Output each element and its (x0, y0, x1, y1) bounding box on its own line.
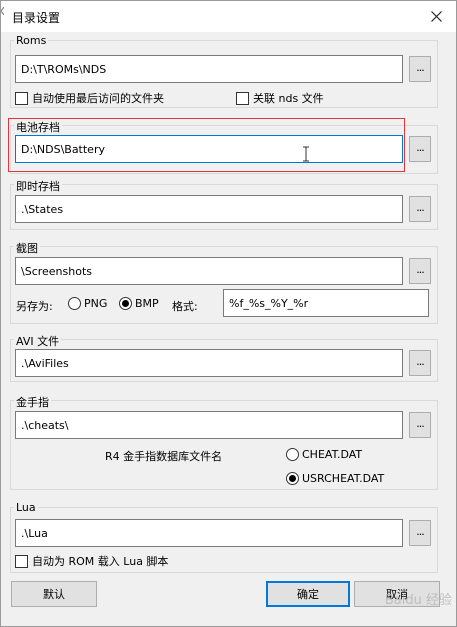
ok-button[interactable]: 确定 (266, 581, 350, 607)
states-group-label: 即时存档 (14, 178, 62, 194)
save-as-label: 另存为: (16, 300, 53, 313)
cheat-db-label: R4 金手指数据库文件名 (105, 450, 223, 463)
cheats-path-input[interactable]: .\cheats\ (15, 411, 403, 439)
cheat-dat-label: CHEAT.DAT (302, 448, 363, 461)
roms-path-input[interactable]: D:\T\ROMs\NDS (15, 55, 403, 83)
bmp-radio[interactable]: BMP (119, 297, 159, 310)
window-title: 目录设置 (12, 11, 61, 25)
png-label: PNG (84, 297, 108, 310)
png-radio[interactable]: PNG (68, 297, 107, 310)
roms-browse-button[interactable]: ... (409, 56, 431, 82)
avi-browse-button[interactable]: ... (409, 350, 431, 376)
checkbox-box (236, 91, 249, 105)
lua-browse-button[interactable]: ... (409, 520, 431, 546)
lua-group-label: Lua (14, 501, 38, 514)
usrcheat-dat-label: USRCHEAT.DAT (302, 472, 385, 485)
cheats-browse-button[interactable]: ... (409, 412, 431, 438)
format-input[interactable]: %f_%s_%Y_%r (223, 289, 429, 317)
screenshots-group-label: 截图 (14, 240, 40, 256)
associate-nds-label: 关联 nds 文件 (253, 92, 324, 105)
usrcheat-dat-radio[interactable]: USRCHEAT.DAT (286, 472, 384, 485)
avi-group-label: AVI 文件 (14, 333, 62, 349)
close-button[interactable] (416, 1, 456, 32)
close-icon (430, 11, 442, 22)
default-button[interactable]: 默认 (11, 581, 97, 607)
checkbox-box (15, 91, 28, 105)
states-browse-button[interactable]: ... (409, 196, 431, 222)
auto-last-folder-checkbox[interactable]: 自动使用最后访问的文件夹 (15, 90, 164, 106)
text-cursor-icon (303, 146, 309, 162)
states-path-input[interactable]: .\States (15, 195, 403, 223)
lua-path-input[interactable]: .\Lua (15, 519, 403, 547)
radio-circle (286, 448, 299, 461)
battery-browse-button[interactable]: ... (409, 136, 431, 162)
window-edge-icon (0, 5, 5, 16)
radio-circle-selected (119, 297, 132, 310)
auto-last-folder-label: 自动使用最后访问的文件夹 (32, 92, 164, 105)
highlight-annotation-box (8, 118, 405, 172)
associate-nds-checkbox[interactable]: 关联 nds 文件 (236, 90, 324, 106)
cheats-group-label: 金手指 (14, 394, 51, 410)
bmp-label: BMP (135, 297, 159, 310)
screenshots-path-input[interactable]: \Screenshots (15, 257, 403, 285)
checkbox-box (15, 554, 28, 568)
screenshots-browse-button[interactable]: ... (409, 258, 431, 284)
cheat-dat-radio[interactable]: CHEAT.DAT (286, 448, 362, 461)
roms-group-label: Roms (14, 34, 49, 47)
lua-autoload-checkbox[interactable]: 自动为 ROM 载入 Lua 脚本 (15, 553, 168, 569)
lua-autoload-label: 自动为 ROM 载入 Lua 脚本 (32, 555, 169, 568)
watermark: Baidu 经验 (384, 593, 452, 608)
avi-path-input[interactable]: .\AviFiles (15, 349, 403, 377)
title-bar: 目录设置 (0, 1, 456, 32)
directory-settings-dialog: 目录设置 Roms D:\T\ROMs\NDS ... 自动使用最后访问的文件夹… (0, 0, 457, 627)
format-label: 格式: (172, 300, 198, 313)
radio-circle-selected (286, 472, 299, 485)
radio-circle (68, 297, 81, 310)
